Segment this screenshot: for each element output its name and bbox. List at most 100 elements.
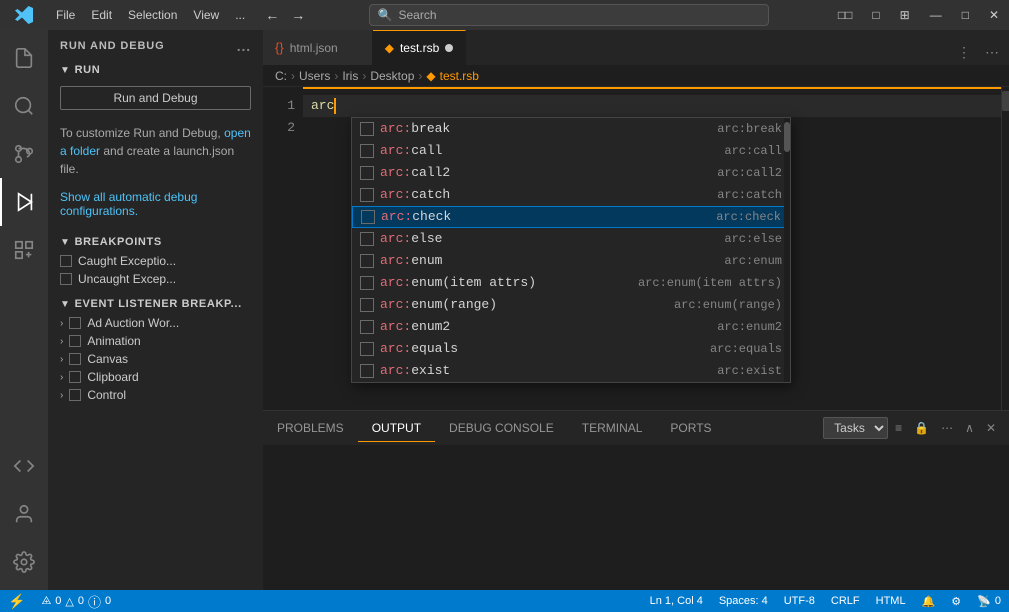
- ac-item-else[interactable]: arc:else arc:else: [352, 228, 790, 250]
- event-control[interactable]: › Control: [48, 386, 263, 404]
- clipboard-checkbox[interactable]: [69, 371, 81, 383]
- close-button[interactable]: ✕: [979, 0, 1009, 30]
- split-editor-button[interactable]: ⋮: [951, 40, 977, 65]
- ac-item-enum-range[interactable]: arc:enum(range) arc:enum(range): [352, 294, 790, 316]
- editor-scrollthumb[interactable]: [1002, 91, 1009, 111]
- menu-view[interactable]: View: [185, 4, 227, 26]
- menu-more[interactable]: ...: [227, 4, 253, 26]
- status-debug-settings[interactable]: ⚙: [943, 590, 969, 612]
- code-line-1[interactable]: arc: [303, 95, 1001, 117]
- status-broadcast[interactable]: 📡 0: [969, 590, 1009, 612]
- ac-equals-label: arc:equals: [380, 338, 710, 360]
- breadcrumb-iris[interactable]: Iris: [342, 69, 358, 83]
- more-actions-button[interactable]: ⋯: [979, 40, 1005, 65]
- breadcrumb-users[interactable]: Users: [299, 69, 330, 83]
- menu-edit[interactable]: Edit: [83, 4, 120, 26]
- control-checkbox[interactable]: [69, 389, 81, 401]
- code-lines[interactable]: arc arc:break arc:break arc:call: [303, 87, 1001, 410]
- uncaught-exception-checkbox[interactable]: [60, 273, 72, 285]
- run-section-label[interactable]: ▼ RUN: [48, 58, 263, 80]
- sidebar-title: RUN AND DEBUG: [60, 40, 165, 52]
- status-errors[interactable]: ⨹ 0 △ 0 ⓘ 0: [33, 590, 119, 612]
- sidebar-more-icon[interactable]: ...: [237, 38, 251, 54]
- panel-tab-problems[interactable]: PROBLEMS: [263, 415, 358, 442]
- editor-scrollbar[interactable]: [1001, 87, 1009, 410]
- panel-collapse-icon[interactable]: ∧: [960, 418, 979, 438]
- ac-item-enum2[interactable]: arc:enum2 arc:enum2: [352, 316, 790, 338]
- activity-search[interactable]: [0, 82, 48, 130]
- activity-explorer[interactable]: [0, 34, 48, 82]
- caught-exception-checkbox[interactable]: [60, 255, 72, 267]
- panel-close-icon[interactable]: ✕: [981, 418, 1001, 438]
- ac-item-exist[interactable]: arc:exist arc:exist: [352, 360, 790, 382]
- event-animation[interactable]: › Animation: [48, 332, 263, 350]
- panel-more-icon[interactable]: ⋯: [936, 418, 958, 438]
- breadcrumb-desktop[interactable]: Desktop: [370, 69, 414, 83]
- canvas-checkbox[interactable]: [69, 353, 81, 365]
- event-listeners-label[interactable]: ▼ EVENT LISTENER BREAKP...: [48, 292, 263, 314]
- autocomplete-dropdown[interactable]: arc:break arc:break arc:call arc:call ar…: [351, 117, 791, 383]
- activity-bottom: [0, 442, 48, 590]
- status-encoding[interactable]: UTF-8: [776, 590, 823, 612]
- panel-list-icon[interactable]: ≡: [890, 418, 907, 438]
- minimize-button[interactable]: —: [920, 0, 952, 30]
- activity-settings[interactable]: [0, 538, 48, 586]
- window-layout-button[interactable]: □: [862, 0, 889, 30]
- menu-selection[interactable]: Selection: [120, 4, 185, 26]
- animation-checkbox[interactable]: [69, 335, 81, 347]
- task-select[interactable]: Tasks: [823, 417, 888, 439]
- event-canvas[interactable]: › Canvas: [48, 350, 263, 368]
- tab-html-json[interactable]: {} html.json ✕: [263, 30, 373, 65]
- ac-item-call2[interactable]: arc:call2 arc:call2: [352, 162, 790, 184]
- layout-toggle-button[interactable]: □□: [828, 0, 863, 30]
- event-listeners-section: ▼ EVENT LISTENER BREAKP... › Ad Auction …: [48, 292, 263, 404]
- breakpoints-label[interactable]: ▼ BREAKPOINTS: [48, 230, 263, 252]
- breadcrumb-current-file[interactable]: test.rsb: [440, 69, 479, 83]
- gear-icon: [13, 551, 35, 573]
- open-folder-link[interactable]: open a folder: [60, 126, 251, 158]
- event-clipboard[interactable]: › Clipboard: [48, 368, 263, 386]
- ac-item-call[interactable]: arc:call arc:call: [352, 140, 790, 162]
- activity-extensions[interactable]: [0, 226, 48, 274]
- activity-run-debug[interactable]: [0, 178, 48, 226]
- autocomplete-scrollbar[interactable]: [784, 118, 790, 382]
- status-position[interactable]: Ln 1, Col 4: [642, 590, 711, 612]
- clipboard-label: Clipboard: [87, 370, 138, 384]
- status-line-ending[interactable]: CRLF: [823, 590, 868, 612]
- panel-tab-output[interactable]: OUTPUT: [358, 415, 435, 442]
- uncaught-exception-item[interactable]: Uncaught Excep...: [48, 270, 263, 288]
- breadcrumb-drive[interactable]: C:: [275, 69, 287, 83]
- tab-test-rsb[interactable]: ◆ test.rsb: [373, 30, 467, 65]
- run-and-debug-button[interactable]: Run and Debug: [60, 86, 251, 110]
- restore-button[interactable]: □: [952, 0, 979, 30]
- status-language[interactable]: HTML: [868, 590, 914, 612]
- activity-account[interactable]: [0, 490, 48, 538]
- panel-tab-ports[interactable]: PORTS: [656, 415, 725, 442]
- ac-item-equals[interactable]: arc:equals arc:equals: [352, 338, 790, 360]
- ac-enum2-hint: arc:enum2: [717, 316, 782, 338]
- nav-forward-button[interactable]: →: [287, 5, 309, 25]
- panel-tab-terminal[interactable]: TERMINAL: [568, 415, 657, 442]
- menu-file[interactable]: File: [48, 4, 83, 26]
- show-debug-configs-link[interactable]: Show all automatic debug configurations.: [48, 186, 263, 222]
- ac-item-check[interactable]: arc:check arc:check: [352, 206, 790, 228]
- activity-remote[interactable]: [0, 442, 48, 490]
- search-box[interactable]: 🔍 Search: [369, 4, 769, 26]
- status-notifications[interactable]: 🔔: [914, 590, 944, 612]
- ac-item-break[interactable]: arc:break arc:break: [352, 118, 790, 140]
- panel-tab-debug-console[interactable]: DEBUG CONSOLE: [435, 415, 568, 442]
- nav-back-button[interactable]: ←: [261, 5, 283, 25]
- ac-item-catch[interactable]: arc:catch arc:catch: [352, 184, 790, 206]
- caught-exception-item[interactable]: Caught Exceptio...: [48, 252, 263, 270]
- autocomplete-scrollthumb[interactable]: [784, 122, 790, 152]
- panel-lock-icon[interactable]: 🔒: [909, 418, 934, 438]
- code-editor[interactable]: 1 2 arc arc:break: [263, 87, 1009, 410]
- ac-item-enum-item[interactable]: arc:enum(item attrs) arc:enum(item attrs…: [352, 272, 790, 294]
- status-spaces[interactable]: Spaces: 4: [711, 590, 776, 612]
- activity-source-control[interactable]: [0, 130, 48, 178]
- event-ad-auction[interactable]: › Ad Auction Wor...: [48, 314, 263, 332]
- ac-item-enum[interactable]: arc:enum arc:enum: [352, 250, 790, 272]
- ad-auction-checkbox[interactable]: [69, 317, 81, 329]
- status-remote[interactable]: ⚡: [0, 590, 33, 612]
- grid-layout-button[interactable]: ⊞: [890, 0, 920, 30]
